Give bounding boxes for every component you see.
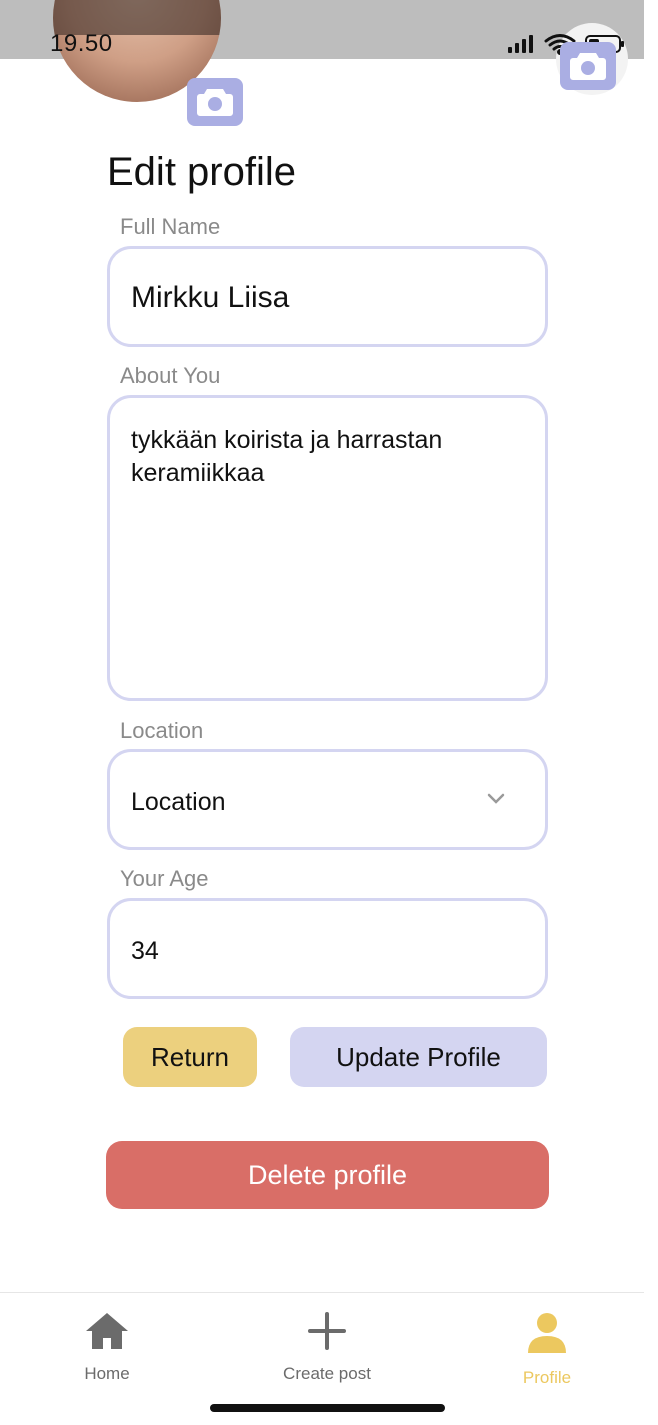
camera-icon[interactable] xyxy=(187,78,243,126)
full-name-value: Mirkku Liisa xyxy=(131,281,290,314)
chevron-down-icon xyxy=(487,793,505,804)
tab-profile-label: Profile xyxy=(522,1368,572,1387)
tab-create-post-label: Create post xyxy=(283,1364,371,1383)
about-field[interactable]: tykkään koirista ja harrastan keramiikka… xyxy=(107,395,548,701)
about-label: About You xyxy=(120,363,221,388)
plus-icon xyxy=(308,1312,346,1350)
tab-home-label: Home xyxy=(84,1364,130,1383)
age-label: Your Age xyxy=(120,866,209,891)
full-name-field[interactable]: Mirkku Liisa xyxy=(107,246,548,347)
tab-create-post[interactable]: Create post xyxy=(257,1311,397,1384)
delete-profile-button[interactable]: Delete profile xyxy=(106,1141,549,1209)
location-label: Location xyxy=(120,718,204,743)
signal-icon xyxy=(508,35,533,53)
about-line-1: tykkään koirista ja harrastan xyxy=(131,426,443,454)
about-line-2: keramiikkaa xyxy=(131,459,265,487)
age-value: 34 xyxy=(131,937,159,965)
home-icon xyxy=(86,1313,128,1349)
location-select[interactable]: Location xyxy=(107,749,548,850)
page-title: Edit profile xyxy=(107,150,296,194)
status-time: 19.50 xyxy=(50,30,113,57)
tab-home[interactable]: Home xyxy=(37,1311,177,1384)
home-indicator xyxy=(210,1404,445,1412)
return-button[interactable]: Return xyxy=(123,1027,257,1087)
tab-profile[interactable]: Profile xyxy=(477,1311,617,1388)
about-value: tykkään koirista ja harrastan keramiikka… xyxy=(131,424,442,490)
screen-edge xyxy=(644,0,658,1424)
update-profile-button[interactable]: Update Profile xyxy=(290,1027,547,1087)
camera-icon[interactable] xyxy=(560,42,616,90)
age-field[interactable]: 34 xyxy=(107,898,548,999)
location-value: Location xyxy=(131,788,226,816)
full-name-label: Full Name xyxy=(120,214,221,239)
person-icon xyxy=(528,1313,566,1353)
